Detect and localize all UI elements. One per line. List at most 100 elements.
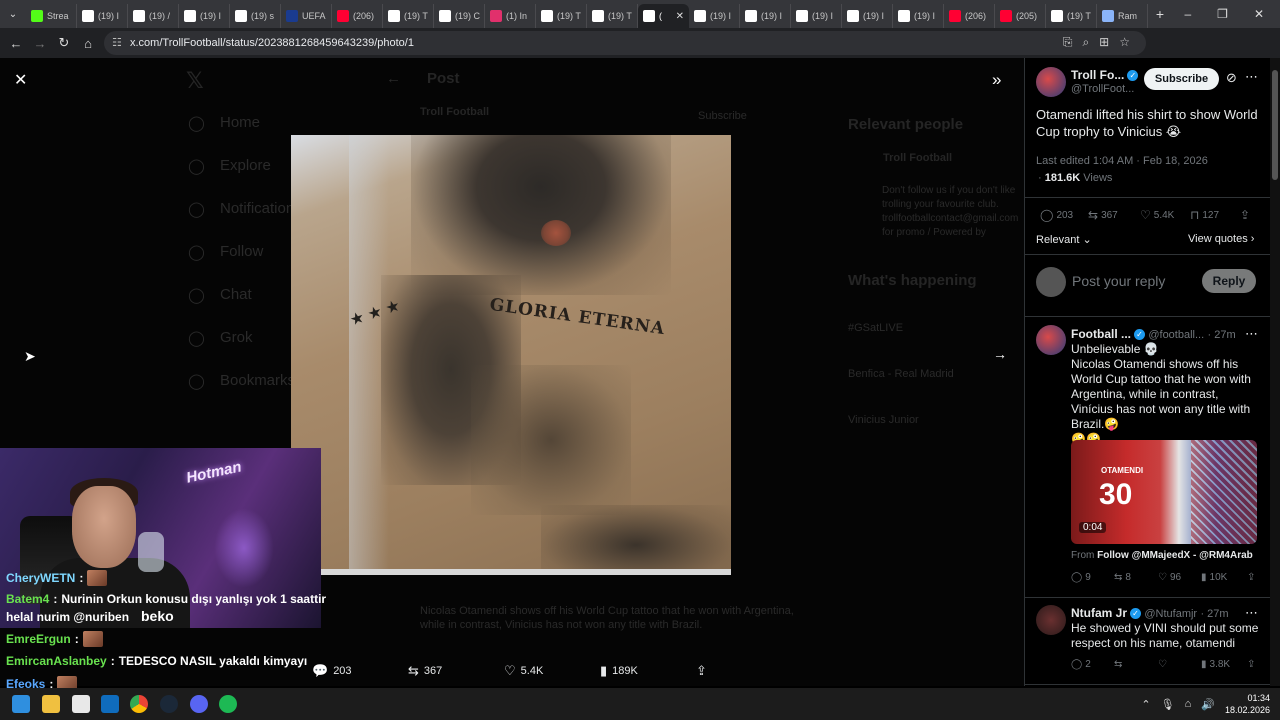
share-action[interactable]: ⇪ xyxy=(696,663,707,679)
bookmark-star-icon[interactable]: ☆ xyxy=(1119,35,1130,50)
spotify-icon[interactable] xyxy=(219,695,237,713)
collapse-sidebar-icon[interactable]: » xyxy=(992,70,1001,90)
browser-tab[interactable]: (19) I xyxy=(689,4,740,28)
close-window-button[interactable]: ✕ xyxy=(1254,7,1264,21)
author-avatar[interactable] xyxy=(1036,67,1066,97)
browser-tab[interactable]: (19) I xyxy=(842,4,893,28)
reply-share-button[interactable]: ⇪ xyxy=(1247,572,1255,583)
windows-start-icon[interactable] xyxy=(12,695,30,713)
steam-icon[interactable] xyxy=(160,695,178,713)
discord-icon[interactable] xyxy=(190,695,208,713)
view-quotes-link[interactable]: View quotes › xyxy=(1188,233,1254,245)
browser-tab[interactable]: (19) T xyxy=(383,4,434,28)
browser-tab[interactable]: (19) C xyxy=(434,4,485,28)
zoom-icon[interactable]: ⌕ xyxy=(1082,35,1089,50)
more-options-icon[interactable]: ⋯ xyxy=(1245,605,1258,621)
forward-button[interactable]: → xyxy=(28,36,52,51)
reply-avatar[interactable] xyxy=(1036,605,1066,635)
reply-share-button[interactable]: ⇪ xyxy=(1247,659,1255,670)
video-source[interactable]: From Follow @MMajeedX - @RM4Arab xyxy=(1071,550,1253,561)
author-name[interactable]: Troll Fo... ✓ xyxy=(1071,68,1139,82)
new-tab-button[interactable]: + xyxy=(1148,6,1172,22)
reply-action[interactable]: 💬 203 xyxy=(312,663,352,679)
volume-icon[interactable]: 🔊 xyxy=(1201,698,1215,711)
browser-tab[interactable]: UEFA xyxy=(281,4,332,28)
site-info-icon[interactable]: ☷ xyxy=(112,36,122,49)
sort-replies-dropdown[interactable]: Relevant ⌄ xyxy=(1036,233,1092,246)
reload-button[interactable]: ↻ xyxy=(52,35,76,51)
browser-tab[interactable]: (19) I xyxy=(77,4,128,28)
reply-like-button[interactable]: ♡ 96 xyxy=(1158,572,1181,583)
panel-scrollbar[interactable] xyxy=(1270,58,1280,686)
reply-time: · 27m xyxy=(1200,608,1229,620)
browser-tab[interactable]: (✕ xyxy=(638,4,689,28)
views-action[interactable]: ▮ 189K xyxy=(600,663,638,679)
browser-tab[interactable]: (19) T xyxy=(536,4,587,28)
back-button[interactable]: ← xyxy=(4,36,28,51)
browser-tab[interactable]: (19) s xyxy=(230,4,281,28)
browser-tab[interactable]: (206) xyxy=(332,4,383,28)
store-icon[interactable] xyxy=(72,695,90,713)
browser-tab[interactable]: (205) xyxy=(995,4,1046,28)
post-bookmark-button[interactable]: ⊓ 127 xyxy=(1190,208,1219,222)
more-options-icon[interactable]: ⋯ xyxy=(1245,326,1258,342)
reply-views[interactable]: ▮ 10K xyxy=(1201,572,1227,583)
reply-repost-button[interactable]: ⇆ xyxy=(1114,659,1122,670)
post-edited-timestamp[interactable]: Last edited 1:04 AM · Feb 18, 2026 xyxy=(1036,155,1208,167)
scrollbar-thumb[interactable] xyxy=(1272,70,1278,180)
clock[interactable]: 01:34 18.02.2026 xyxy=(1225,692,1270,716)
chrome-icon[interactable] xyxy=(130,695,148,713)
browser-tab[interactable]: (19) T xyxy=(587,4,638,28)
network-icon[interactable]: ⌂ xyxy=(1185,698,1192,710)
minimize-button[interactable]: – xyxy=(1184,7,1191,21)
browser-tab[interactable]: Ram xyxy=(1097,4,1148,28)
outlook-icon[interactable] xyxy=(101,695,119,713)
browser-tab[interactable]: Strea xyxy=(26,4,77,28)
translate-icon[interactable]: ⎘ xyxy=(1063,35,1073,50)
media-progress-bar[interactable] xyxy=(291,569,731,575)
browser-tab[interactable]: (1) In xyxy=(485,4,536,28)
file-explorer-icon[interactable] xyxy=(42,695,60,713)
reply-avatar[interactable] xyxy=(1036,325,1066,355)
tattoo-photo[interactable]: ★ ★ ★ GLORIA ETERNA xyxy=(291,135,731,573)
reply-repost-button[interactable]: ⇆ 8 xyxy=(1114,572,1131,583)
reply-author-name[interactable]: Ntufam Jr ✓ @Ntufamjr · 27m xyxy=(1071,606,1229,620)
install-icon[interactable]: ⊞ xyxy=(1099,35,1109,50)
repost-action[interactable]: ⇆ 367 xyxy=(408,663,442,679)
tab-title: (19) C xyxy=(455,11,481,21)
browser-tab[interactable]: (19) T xyxy=(1046,4,1097,28)
post-reply-button[interactable]: ◯ 203 xyxy=(1040,208,1073,222)
author-handle[interactable]: @TrollFoot... xyxy=(1071,83,1134,95)
address-bar[interactable]: ☷ x.com/TrollFootball/status/20238812684… xyxy=(104,31,1146,55)
like-action[interactable]: ♡ 5.4K xyxy=(504,663,543,679)
browser-tab[interactable]: (19) I xyxy=(893,4,944,28)
grok-icon[interactable]: ⊘ xyxy=(1226,70,1237,86)
reply-video[interactable]: OTAMENDI 30 0:04 xyxy=(1071,440,1257,544)
subscribe-button[interactable]: Subscribe xyxy=(1144,68,1219,90)
reply-like-button[interactable]: ♡ xyxy=(1158,659,1167,670)
next-media-button[interactable]: → xyxy=(993,346,1007,362)
more-options-icon[interactable]: ⋯ xyxy=(1245,69,1258,85)
post-like-button[interactable]: ♡ 5.4K xyxy=(1140,208,1174,222)
reply-views[interactable]: ▮ 3.8K xyxy=(1201,659,1230,670)
close-tab-icon[interactable]: ✕ xyxy=(676,11,684,22)
reply-reply-button[interactable]: ◯ 9 xyxy=(1071,572,1091,583)
tab-search-button[interactable]: ⌄ xyxy=(0,9,26,20)
post-share-button[interactable]: ⇪ xyxy=(1240,208,1250,222)
close-viewer-button[interactable]: ✕ xyxy=(14,70,27,90)
browser-tab[interactable]: (19) I xyxy=(179,4,230,28)
maximize-button[interactable]: ❐ xyxy=(1217,7,1228,21)
browser-tab[interactable]: (19) I xyxy=(740,4,791,28)
reply-reply-button[interactable]: ◯ 2 xyxy=(1071,659,1091,670)
browser-tab[interactable]: (206) xyxy=(944,4,995,28)
home-button[interactable]: ⌂ xyxy=(76,36,100,51)
reply-input[interactable]: Post your reply xyxy=(1072,273,1165,289)
browser-tab[interactable]: (19) I xyxy=(791,4,842,28)
browser-tab[interactable]: (19) / xyxy=(128,4,179,28)
reply-author-name[interactable]: Football ... ✓ @football... · 27m xyxy=(1071,327,1236,341)
chevron-up-icon[interactable]: ⌃ xyxy=(1141,698,1150,711)
reply-button[interactable]: Reply xyxy=(1202,269,1256,293)
tab-list: Strea (19) I (19) / (19) I (19) s UEFA (206) (1… xyxy=(26,0,1148,28)
post-repost-button[interactable]: ⇆ 367 xyxy=(1088,208,1118,222)
microphone-icon[interactable]: 🎙 xyxy=(1161,698,1175,711)
